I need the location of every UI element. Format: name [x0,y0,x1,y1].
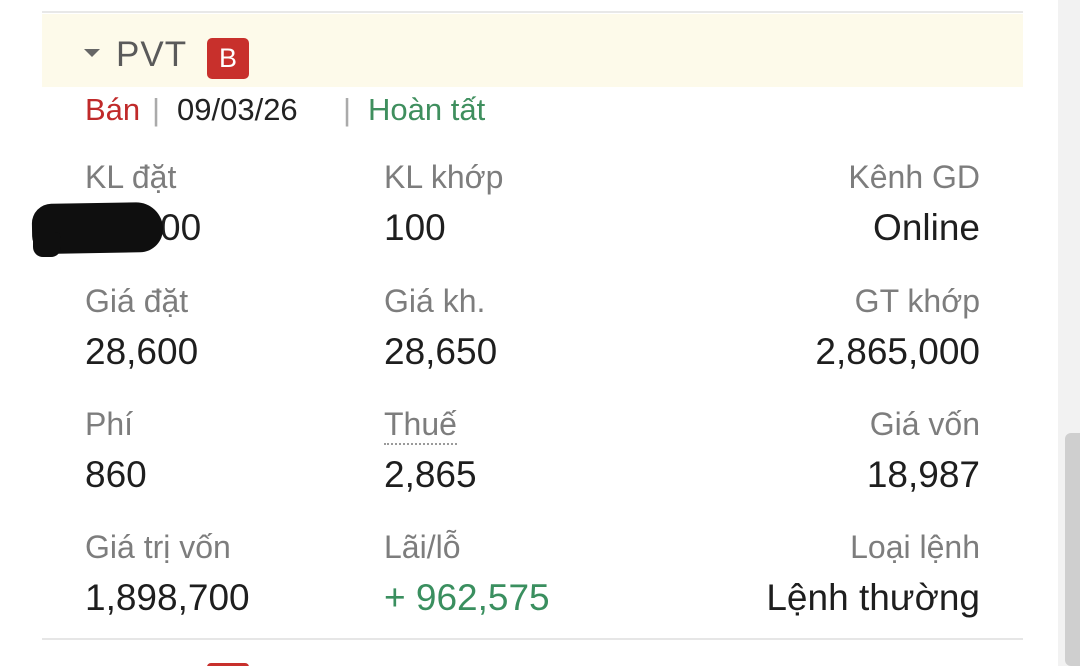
profit-loss-value: + 962,575 [384,577,550,618]
tax-value: 2,865 [384,454,477,495]
bottom-divider [42,638,1023,640]
scrollbar-thumb[interactable] [1065,433,1080,666]
matched-value-label: GT khớp [854,283,980,319]
matched-price-value: 28,650 [384,331,498,372]
order-history-screen: PVT B Bán | 09/03/26 | Hoàn tất KL đặt 0… [0,0,1080,666]
matched-volume-value: 100 [384,207,446,248]
order-type-label: Loại lệnh [850,529,980,565]
tax-label[interactable]: Thuế [384,405,457,445]
order-side: Bán [85,92,141,127]
order-price-label: Giá đặt [85,283,189,319]
cost-value-value: 1,898,700 [85,577,250,618]
profit-loss-label: Lãi/lỗ [384,529,461,565]
matched-volume-label: KL khớp [384,159,504,195]
order-type-value: Lệnh thường [766,577,980,618]
fee-value: 860 [85,454,147,495]
top-divider [42,11,1023,13]
order-volume-value: 00 [160,207,202,248]
order-price-value: 28,600 [85,331,199,372]
caret-down-icon[interactable] [84,49,100,57]
meta-separator: | [343,92,352,127]
trading-channel-value: Online [873,207,980,248]
cost-value-label: Giá trị vốn [85,529,231,565]
order-status: Hoàn tất [368,92,486,127]
matched-value-value: 2,865,000 [815,331,980,372]
matched-price-label: Giá kh. [384,283,486,319]
redaction-mark [33,232,61,257]
side-badge: B [207,38,249,79]
stock-symbol[interactable]: PVT [116,34,187,76]
trading-channel-label: Kênh GD [848,159,980,195]
order-header[interactable] [42,14,1023,87]
order-date: 09/03/26 [177,92,298,127]
order-volume-label: KL đặt [85,159,177,195]
tax-label-text[interactable]: Thuế [384,406,457,445]
meta-separator: | [152,92,161,127]
cost-price-label: Giá vốn [869,406,980,442]
fee-label: Phí [85,406,134,442]
cost-price-value: 18,987 [866,454,980,495]
